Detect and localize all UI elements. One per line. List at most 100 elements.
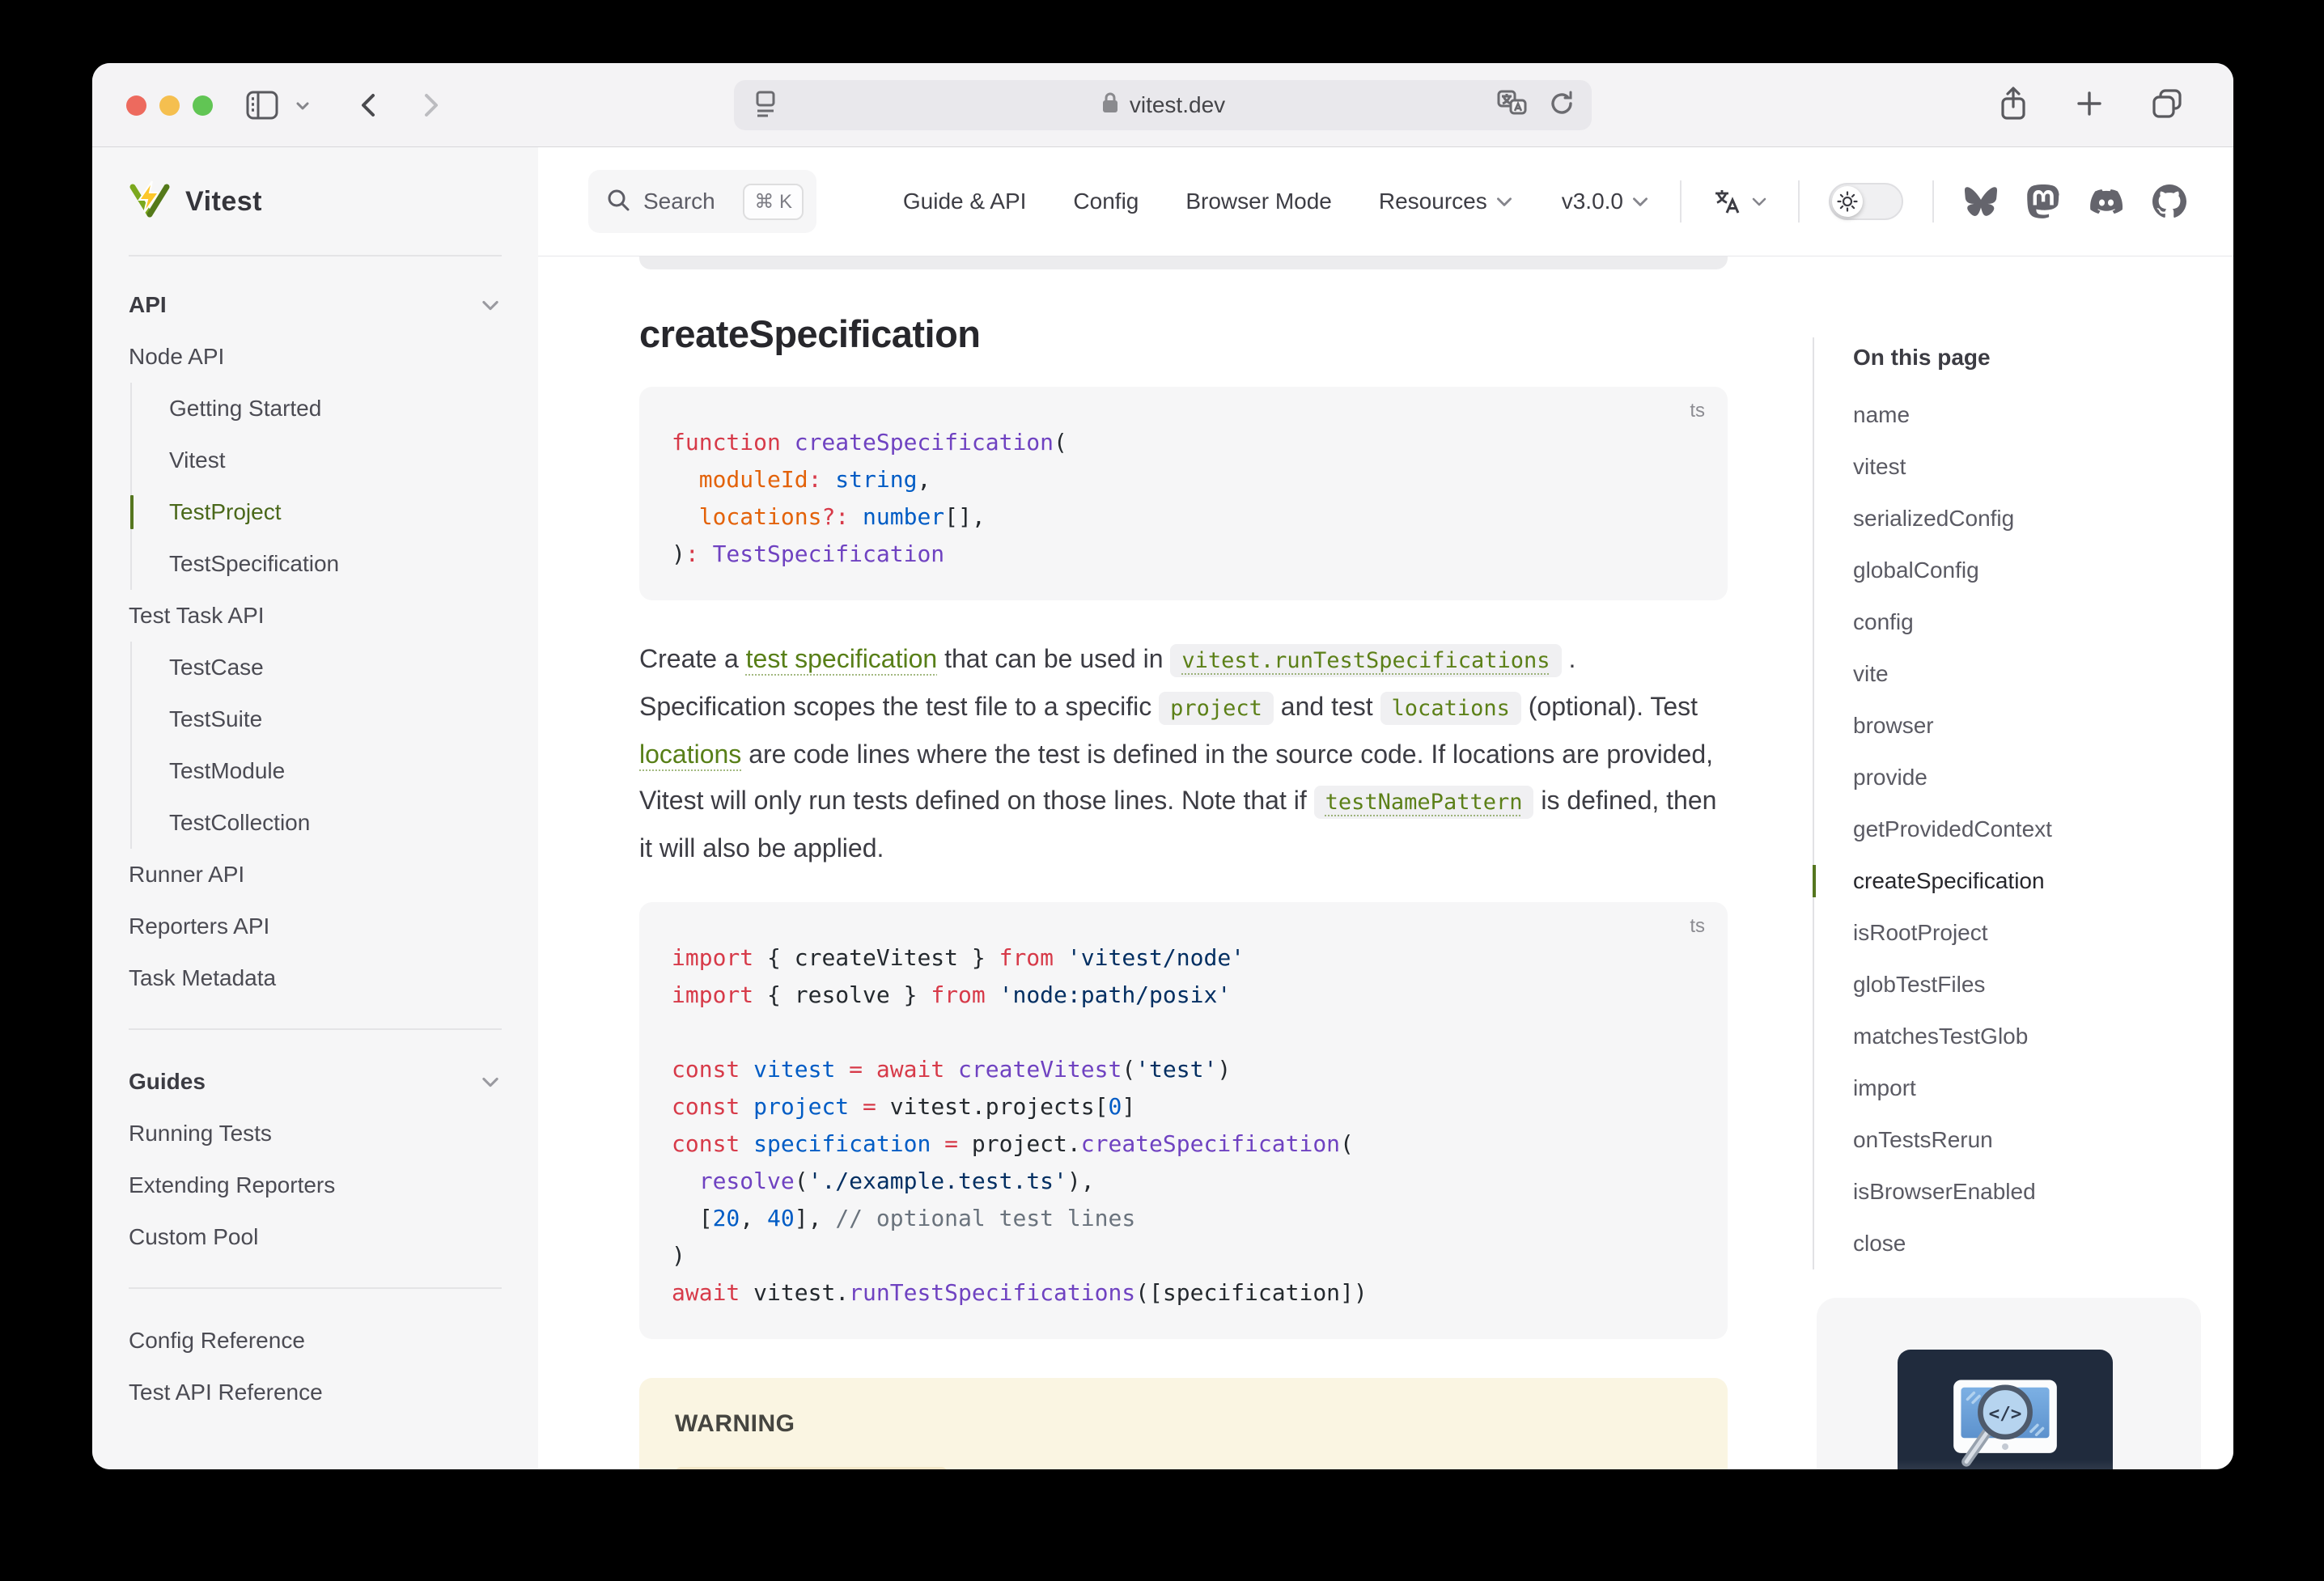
nav-resources[interactable]: Resources (1379, 189, 1515, 214)
inline-code-link[interactable]: testNamePattern (1314, 786, 1534, 819)
nav-v3-0-0[interactable]: v3.0.0 (1562, 189, 1651, 214)
page-title: createSpecification (639, 312, 1728, 356)
sidebar-section-api[interactable]: API (129, 279, 502, 331)
forward-button[interactable] (418, 89, 445, 121)
sidebar-item-runner-api[interactable]: Runner API (129, 849, 502, 901)
code-line: resolve('./example.test.ts'), (672, 1163, 1695, 1200)
language-menu[interactable] (1711, 185, 1769, 218)
sidebar-item-testsuite[interactable]: TestSuite (169, 693, 502, 745)
github-icon[interactable] (2152, 184, 2186, 218)
lock-icon (1101, 91, 1120, 121)
divider (1798, 180, 1800, 223)
warning-text: createSpecification expects resolved mod… (675, 1459, 1692, 1469)
code-line: locations?: number[], (672, 498, 1695, 536)
toc-item-matchestestglob[interactable]: matchesTestGlob (1853, 1011, 2233, 1062)
minimize-window-button[interactable] (159, 95, 180, 116)
toc-item-close[interactable]: close (1853, 1218, 2233, 1269)
toc-item-createspecification[interactable]: createSpecification (1853, 855, 2233, 907)
nav-config[interactable]: Config (1073, 189, 1139, 214)
address-bar[interactable]: vitest.dev (734, 80, 1592, 130)
toc-item-isbrowserenabled[interactable]: isBrowserEnabled (1853, 1166, 2233, 1218)
sidebar-item-node-api[interactable]: Node API (129, 331, 502, 383)
sidebar-item-getting-started[interactable]: Getting Started (169, 383, 502, 434)
sidebar-toggle-icon[interactable] (244, 89, 280, 121)
toc-item-getprovidedcontext[interactable]: getProvidedContext (1853, 803, 2233, 855)
discord-icon[interactable] (2088, 185, 2125, 218)
reader-view-icon[interactable] (752, 87, 779, 124)
back-button[interactable] (354, 89, 382, 121)
sidebar: Vitest APINode APIGetting StartedVitestT… (92, 147, 538, 1469)
share-icon[interactable] (1999, 86, 2028, 125)
on-this-page-aside: On this page namevitestserializedConfigg… (1813, 256, 2233, 1469)
sidebar-divider (129, 1287, 502, 1289)
ad-fade (1817, 1460, 2201, 1469)
toc-item-vitest[interactable]: vitest (1853, 441, 2233, 493)
sidebar-item-testcollection[interactable]: TestCollection (169, 797, 502, 849)
chevron-down-icon (1494, 191, 1515, 212)
sponsor-ad[interactable]: </> (1817, 1298, 2201, 1469)
toc: On this page namevitestserializedConfigg… (1813, 337, 2233, 1269)
sidebar-item-task-metadata[interactable]: Task Metadata (129, 952, 502, 1004)
text-run: expects resolved (948, 1467, 1156, 1469)
close-window-button[interactable] (126, 95, 146, 116)
sidebar-item-vitest[interactable]: Vitest (169, 434, 502, 486)
inline-code-link[interactable]: vitest.runTestSpecifications (1170, 644, 1561, 677)
divider (1932, 180, 1934, 223)
inline-link[interactable]: locations (639, 740, 741, 769)
vitest-logo-icon (129, 180, 171, 223)
sidebar-item-config-reference[interactable]: Config Reference (129, 1315, 502, 1367)
sidebar-item-testcase[interactable]: TestCase (169, 642, 502, 693)
sidebar-item-testproject[interactable]: TestProject (169, 486, 502, 538)
sidebar-item-custom-pool[interactable]: Custom Pool (129, 1211, 502, 1263)
toc-item-name[interactable]: name (1853, 389, 2233, 441)
code-lang-badge: ts (1690, 400, 1705, 422)
new-tab-icon[interactable] (2075, 89, 2104, 122)
toc-item-globalconfig[interactable]: globalConfig (1853, 545, 2233, 596)
logo-text: Vitest (185, 186, 262, 218)
toc-item-vite[interactable]: vite (1853, 648, 2233, 700)
theme-toggle[interactable] (1829, 183, 1903, 220)
text-run: that can be used in (937, 644, 1170, 673)
toc-item-isrootproject[interactable]: isRootProject (1853, 907, 2233, 959)
toc-item-import[interactable]: import (1853, 1062, 2233, 1114)
search-button[interactable]: Search ⌘ K (588, 170, 816, 233)
code-block-example: ts import { createVitest } from 'vitest/… (639, 902, 1728, 1339)
tab-overview-icon[interactable] (2151, 87, 2183, 124)
sidebar-item-running-tests[interactable]: Running Tests (129, 1108, 502, 1159)
toc-title: On this page (1853, 337, 2233, 389)
reload-icon[interactable] (1548, 89, 1575, 122)
translate-icon[interactable] (1496, 89, 1529, 122)
text-run: and test (1274, 692, 1380, 721)
toc-item-provide[interactable]: provide (1853, 752, 2233, 803)
warning-title: WARNING (675, 1410, 1692, 1438)
sidebar-item-extending-reporters[interactable]: Extending Reporters (129, 1159, 502, 1211)
toc-item-browser[interactable]: browser (1853, 700, 2233, 752)
sidebar-item-reporters-api[interactable]: Reporters API (129, 901, 502, 952)
url-text[interactable]: vitest.dev (1130, 92, 1225, 118)
maximize-window-button[interactable] (193, 95, 213, 116)
search-icon (606, 188, 630, 216)
sidebar-item-test-task-api[interactable]: Test Task API (129, 590, 502, 642)
chevron-down-icon (479, 294, 502, 316)
logo[interactable]: Vitest (92, 147, 538, 256)
warning-callout: WARNING createSpecification expects reso… (639, 1378, 1728, 1469)
chevron-down-icon[interactable] (293, 95, 312, 115)
sidebar-item-testspecification[interactable]: TestSpecification (169, 538, 502, 590)
divider (1680, 180, 1682, 223)
nav-guide-api[interactable]: Guide & API (903, 189, 1027, 214)
toc-item-config[interactable]: config (1853, 596, 2233, 648)
sidebar-section-guides[interactable]: Guides (129, 1056, 502, 1108)
sidebar-subgroup: TestCaseTestSuiteTestModuleTestCollectio… (130, 642, 502, 849)
inline-link[interactable]: test specification (746, 644, 938, 673)
toc-item-serializedconfig[interactable]: serializedConfig (1853, 493, 2233, 545)
toc-item-ontestsrerun[interactable]: onTestsRerun (1853, 1114, 2233, 1166)
toc-item-globtestfiles[interactable]: globTestFiles (1853, 959, 2233, 1011)
mastodon-icon[interactable] (2026, 184, 2060, 218)
nav-browser-mode[interactable]: Browser Mode (1185, 189, 1332, 214)
inline-link[interactable]: module ID (1156, 1467, 1274, 1469)
sidebar-item-test-api-reference[interactable]: Test API Reference (129, 1367, 502, 1418)
code-line: [20, 40], // optional test lines (672, 1200, 1695, 1237)
code-line: const vitest = await createVitest('test'… (672, 1051, 1695, 1088)
sidebar-item-testmodule[interactable]: TestModule (169, 745, 502, 797)
bluesky-icon[interactable] (1963, 185, 1999, 218)
